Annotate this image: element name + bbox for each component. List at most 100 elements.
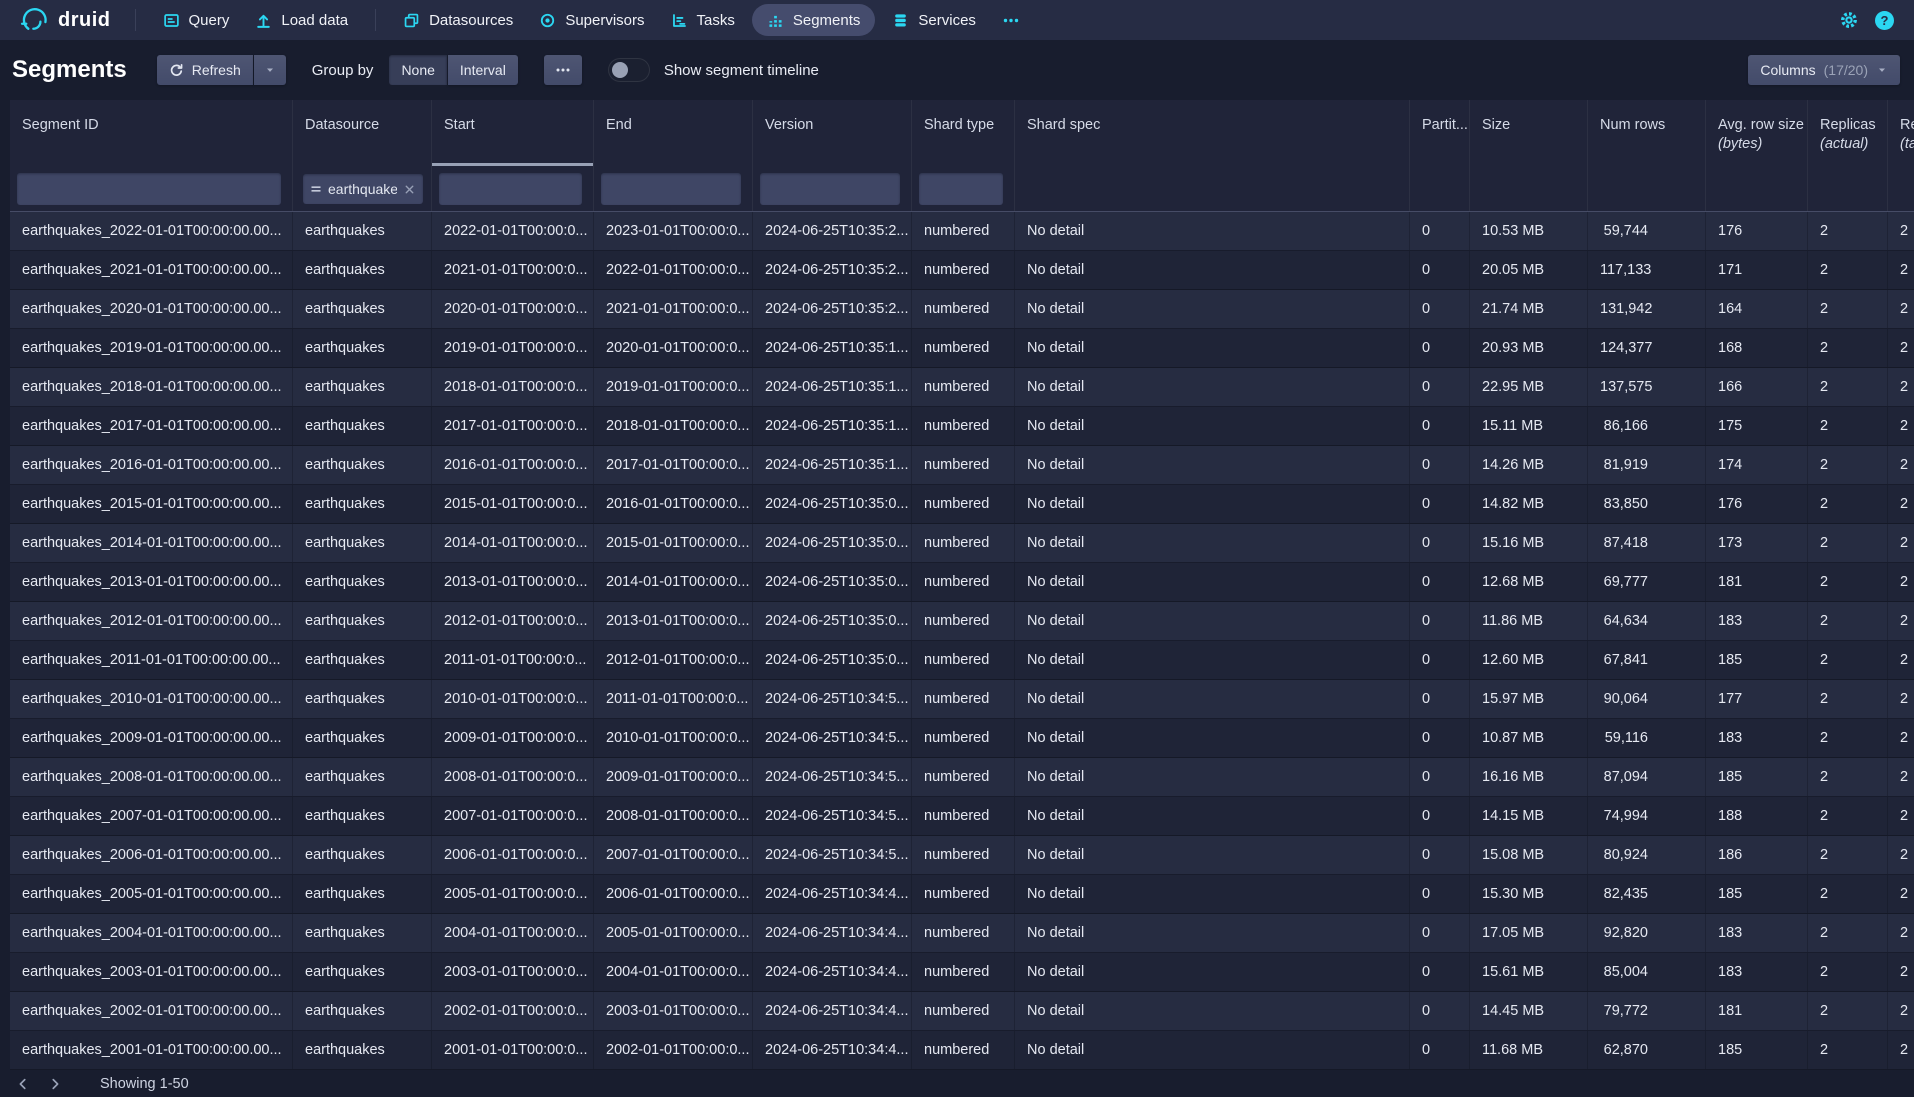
cell-start: 2020-01-01T00:00:0... [432,290,594,328]
cell-size: 21.74 MB [1470,290,1588,328]
prev-page-button[interactable] [8,1072,38,1096]
table-row[interactable]: earthquakes_2006-01-01T00:00:00.00... ea… [10,836,1914,875]
nav-item-datasources[interactable]: Datasources [390,0,526,40]
nav-item-tasks[interactable]: Tasks [658,0,748,40]
cell-replication-factor: 2 [1888,914,1914,952]
cell-end: 2005-01-01T00:00:0... [594,914,753,952]
cell-segment-id: earthquakes_2016-01-01T00:00:00.00... [10,446,293,484]
cell-datasource: earthquakes [293,836,432,874]
column-header-size[interactable]: Size [1470,100,1588,166]
datasource-filter-chip[interactable]: earthquake [303,174,423,204]
filter-cell [594,166,753,211]
column-header-num-rows[interactable]: Num rows [1588,100,1706,166]
table-row[interactable]: earthquakes_2011-01-01T00:00:00.00... ea… [10,641,1914,680]
cell-version: 2024-06-25T10:34:4... [753,875,912,913]
cell-end: 2017-01-01T00:00:0... [594,446,753,484]
refresh-icon [169,63,184,78]
cell-shard-spec: No detail [1015,368,1410,406]
cell-replicas: 2 [1808,875,1888,913]
gear-icon[interactable] [1839,10,1859,30]
cell-replication-factor: 2 [1888,407,1914,445]
table-row[interactable]: earthquakes_2020-01-01T00:00:00.00... ea… [10,290,1914,329]
column-header-replicas[interactable]: Replicas (actual) [1808,100,1888,166]
table-row[interactable]: earthquakes_2021-01-01T00:00:00.00... ea… [10,251,1914,290]
cell-datasource: earthquakes [293,446,432,484]
cell-avg-row-size: 171 [1706,251,1808,289]
refresh-dropdown-button[interactable] [254,55,286,85]
table-row[interactable]: earthquakes_2010-01-01T00:00:00.00... ea… [10,680,1914,719]
nav-more-button[interactable] [989,0,1033,40]
column-header-start[interactable]: Start [432,100,594,166]
next-page-button[interactable] [40,1072,70,1096]
column-header-avg-row-size[interactable]: Avg. row size (bytes) [1706,100,1808,166]
remove-filter-icon[interactable] [403,183,416,196]
table-row[interactable]: earthquakes_2013-01-01T00:00:00.00... ea… [10,563,1914,602]
table-row[interactable]: earthquakes_2001-01-01T00:00:00.00... ea… [10,1031,1914,1070]
group-by-interval-button[interactable]: Interval [448,55,518,85]
cell-replication-factor: 2 [1888,836,1914,874]
filter-cell [1470,166,1588,211]
column-header-replication-factor[interactable]: Replication factor (target) [1888,100,1914,166]
table-row[interactable]: earthquakes_2008-01-01T00:00:00.00... ea… [10,758,1914,797]
nav-item-segments[interactable]: Segments [752,4,876,36]
cell-segment-id: earthquakes_2014-01-01T00:00:00.00... [10,524,293,562]
column-header-datasource[interactable]: Datasource [293,100,432,166]
cell-size: 15.30 MB [1470,875,1588,913]
table-row[interactable]: earthquakes_2015-01-01T00:00:00.00... ea… [10,485,1914,524]
cell-num-rows: 87,418 [1588,524,1706,562]
cell-size: 22.95 MB [1470,368,1588,406]
nav-item-services[interactable]: Services [879,0,989,40]
table-row[interactable]: earthquakes_2014-01-01T00:00:00.00... ea… [10,524,1914,563]
cell-start: 2008-01-01T00:00:0... [432,758,594,796]
nav-item-supervisors[interactable]: Supervisors [526,0,657,40]
shard-type-filter-input[interactable] [919,173,1003,205]
table-row[interactable]: earthquakes_2003-01-01T00:00:00.00... ea… [10,953,1914,992]
start-filter-input[interactable] [439,173,582,205]
refresh-button[interactable]: Refresh [157,55,253,85]
table-row[interactable]: earthquakes_2005-01-01T00:00:00.00... ea… [10,875,1914,914]
cell-partition: 0 [1410,251,1470,289]
table-row[interactable]: earthquakes_2018-01-01T00:00:00.00... ea… [10,368,1914,407]
toolbar-more-button[interactable] [544,55,582,85]
cell-start: 2001-01-01T00:00:0... [432,1031,594,1069]
nav-item-label: Tasks [697,12,735,29]
help-icon[interactable]: ? [1875,11,1894,30]
segment-id-filter-input[interactable] [17,173,281,205]
nav-item-label: Query [189,12,230,29]
table-row[interactable]: earthquakes_2019-01-01T00:00:00.00... ea… [10,329,1914,368]
cell-avg-row-size: 183 [1706,953,1808,991]
version-filter-input[interactable] [760,173,900,205]
cell-version: 2024-06-25T10:35:0... [753,563,912,601]
cell-avg-row-size: 176 [1706,485,1808,523]
cell-shard-spec: No detail [1015,875,1410,913]
cell-num-rows: 83,850 [1588,485,1706,523]
table-row[interactable]: earthquakes_2009-01-01T00:00:00.00... ea… [10,719,1914,758]
column-header-shard-type[interactable]: Shard type [912,100,1015,166]
column-header-segment-id[interactable]: Segment ID [10,100,293,166]
column-header-version[interactable]: Version [753,100,912,166]
table-row[interactable]: earthquakes_2017-01-01T00:00:00.00... ea… [10,407,1914,446]
group-by-none-button[interactable]: None [389,55,446,85]
cell-version: 2024-06-25T10:34:5... [753,758,912,796]
datasources-icon [403,12,420,29]
table-row[interactable]: earthquakes_2022-01-01T00:00:00.00... ea… [10,212,1914,251]
druid-logo[interactable]: druid [10,5,121,35]
table-row[interactable]: earthquakes_2016-01-01T00:00:00.00... ea… [10,446,1914,485]
cell-start: 2010-01-01T00:00:0... [432,680,594,718]
end-filter-input[interactable] [601,173,741,205]
table-row[interactable]: earthquakes_2012-01-01T00:00:00.00... ea… [10,602,1914,641]
table-row[interactable]: earthquakes_2004-01-01T00:00:00.00... ea… [10,914,1914,953]
column-header-shard-spec[interactable]: Shard spec [1015,100,1410,166]
columns-button[interactable]: Columns (17/20) [1748,55,1900,85]
cell-segment-id: earthquakes_2002-01-01T00:00:00.00... [10,992,293,1030]
nav-item-query[interactable]: Query [150,0,243,40]
table-row[interactable]: earthquakes_2007-01-01T00:00:00.00... ea… [10,797,1914,836]
cell-avg-row-size: 173 [1706,524,1808,562]
table-row[interactable]: earthquakes_2002-01-01T00:00:00.00... ea… [10,992,1914,1031]
nav-item-load-data[interactable]: Load data [242,0,361,40]
column-header-end[interactable]: End [594,100,753,166]
column-header-partition[interactable]: Partit... [1410,100,1470,166]
segment-timeline-toggle[interactable] [608,58,650,82]
cell-num-rows: 85,004 [1588,953,1706,991]
cell-num-rows: 92,820 [1588,914,1706,952]
